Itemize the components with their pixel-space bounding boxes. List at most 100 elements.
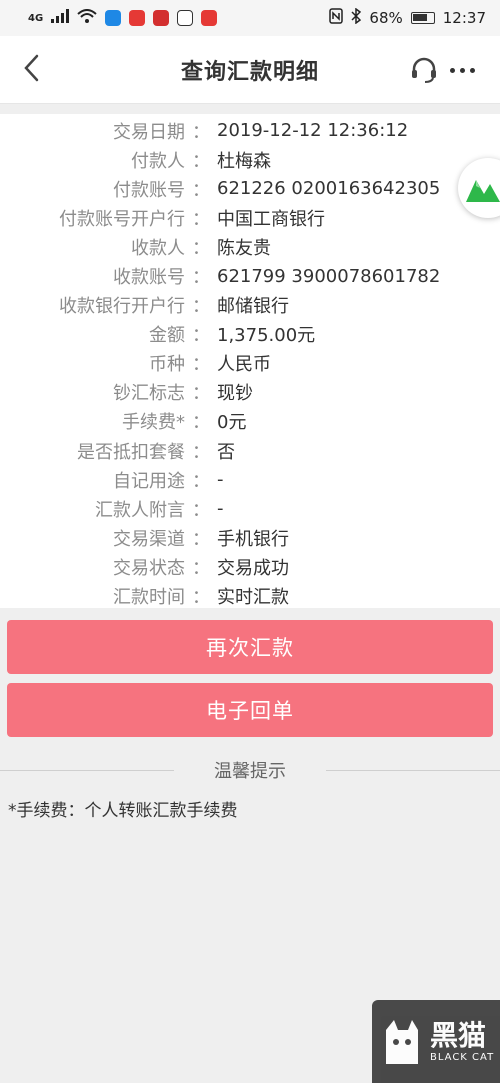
detail-row-amount: 金额 ： 1,375.00元 (0, 320, 500, 349)
detail-colon: ： (192, 267, 210, 289)
blue-app-icon (105, 10, 122, 26)
red-app-icon (129, 10, 146, 26)
status-left: 4G (28, 9, 218, 27)
detail-row-transaction-date: 交易日期 ： 2019-12-12 12:36:12 (0, 116, 500, 145)
back-button[interactable] (14, 52, 48, 88)
detail-row-transfer-time: 汇款时间 ： 实时汇款 (0, 582, 500, 611)
cat-logo-icon (380, 1016, 424, 1068)
detail-value: 实时汇款 (217, 587, 289, 609)
detail-colon: ： (192, 121, 210, 143)
nfc-icon (329, 8, 344, 28)
status-right: 68% 12:37 (329, 7, 486, 28)
battery-icon (410, 12, 435, 24)
detail-row-cash-flag: 钞汇标志 ： 现钞 (0, 378, 500, 407)
status-bar: 4G 68% 12:37 (0, 0, 500, 36)
detail-label: 交易渠道 (113, 528, 185, 550)
bilibili-icon (177, 10, 194, 26)
detail-label: 付款账号开户行 (59, 208, 185, 230)
detail-colon: ： (192, 383, 210, 405)
detail-label: 汇款时间 (113, 587, 185, 609)
detail-label: 自记用途 (113, 470, 185, 492)
detail-value: - (217, 498, 224, 520)
detail-colon: ： (192, 528, 210, 550)
detail-row-channel: 交易渠道 ： 手机银行 (0, 523, 500, 552)
detail-colon: ： (192, 412, 210, 434)
detail-label: 钞汇标志 (113, 383, 185, 405)
customer-service-button[interactable] (410, 56, 438, 84)
detail-row-payer-account: 付款账号 ： 621226 0200163642305 (0, 174, 500, 203)
detail-value: 2019-12-12 12:36:12 (217, 120, 409, 142)
detail-colon: ： (192, 296, 210, 318)
detail-row-package-deduction: 是否抵扣套餐 ： 否 (0, 436, 500, 465)
detail-colon: ： (192, 179, 210, 201)
detail-value: 邮储银行 (217, 296, 289, 318)
detail-value: 交易成功 (217, 557, 289, 579)
detail-row-fee: 手续费* ： 0元 (0, 407, 500, 436)
detail-label: 收款银行开户行 (59, 296, 185, 318)
detail-label: 交易状态 (113, 557, 185, 579)
detail-value: 手机银行 (217, 528, 289, 550)
detail-colon: ： (192, 208, 210, 230)
detail-colon: ： (192, 587, 210, 609)
detail-colon: ： (192, 441, 210, 463)
tips-title: 温馨提示 (214, 761, 286, 782)
watermark-text: 黑猫 BLACK CAT (430, 1019, 494, 1064)
more-dots-icon (460, 67, 465, 73)
detail-label: 是否抵扣套餐 (77, 441, 185, 463)
detail-colon: ： (192, 150, 210, 172)
detail-value: 0元 (217, 412, 247, 434)
detail-label: 收款账号 (113, 267, 185, 289)
detail-value: 621226 0200163642305 (217, 178, 441, 200)
detail-label: 手续费* (122, 412, 185, 434)
detail-colon: ： (192, 237, 210, 259)
signal-icon (51, 9, 70, 27)
retransfer-button[interactable]: 再次汇款 (7, 620, 493, 674)
detail-row-currency: 币种 ： 人民币 (0, 349, 500, 378)
detail-colon: ： (192, 354, 210, 376)
detail-label: 交易日期 (113, 121, 185, 143)
electronic-receipt-button[interactable]: 电子回单 (7, 683, 493, 737)
detail-label: 付款账号 (113, 179, 185, 201)
detail-value: - (217, 469, 224, 491)
detail-row-payee-bank: 收款银行开户行 ： 邮储银行 (0, 291, 500, 320)
red-app-icon (201, 10, 218, 26)
detail-colon: ： (192, 499, 210, 521)
watermark-cn: 黑猫 (430, 1019, 487, 1052)
detail-colon: ： (192, 470, 210, 492)
more-options-button[interactable] (450, 60, 480, 80)
detail-colon: ： (192, 325, 210, 347)
detail-value: 中国工商银行 (217, 208, 325, 230)
wifi-icon (77, 9, 97, 27)
divider-line (326, 769, 500, 771)
detail-row-status: 交易状态 ： 交易成功 (0, 552, 500, 581)
detail-value: 621799 3900078601782 (217, 265, 441, 287)
detail-row-payee: 收款人 ： 陈友贵 (0, 232, 500, 261)
detail-row-payee-account: 收款账号 ： 621799 3900078601782 (0, 261, 500, 290)
battery-percent: 68% (369, 9, 403, 27)
detail-row-payer: 付款人 ： 杜梅森 (0, 145, 500, 174)
tips-divider: 温馨提示 (0, 756, 500, 784)
chevron-left-icon (23, 54, 39, 86)
divider-line (0, 769, 174, 771)
page-title: 查询汇款明细 (180, 59, 319, 85)
detail-value: 杜梅森 (217, 150, 271, 172)
more-dots-icon (470, 67, 475, 73)
detail-value: 现钞 (217, 383, 253, 405)
nav-bar: 查询汇款明细 (0, 36, 500, 104)
detail-row-purpose: 自记用途 ： - (0, 465, 500, 494)
detail-value: 1,375.00元 (217, 325, 316, 347)
detail-row-remark: 汇款人附言 ： - (0, 494, 500, 523)
detail-row-payer-bank: 付款账号开户行 ： 中国工商银行 (0, 203, 500, 232)
clock: 12:37 (442, 9, 486, 27)
tips-text: *手续费：个人转账汇款手续费 (8, 801, 238, 821)
headset-icon (410, 57, 438, 88)
network-indicator: 4G (28, 12, 44, 24)
more-dots-icon (450, 67, 455, 73)
detail-label: 付款人 (131, 150, 185, 172)
detail-label: 汇款人附言 (95, 499, 185, 521)
detail-label: 币种 (149, 354, 185, 376)
detail-value: 人民币 (217, 354, 271, 376)
red-app-icon (153, 10, 170, 26)
detail-value: 否 (217, 441, 235, 463)
transfer-detail-panel: 交易日期 ： 2019-12-12 12:36:12 付款人 ： 杜梅森 付款账… (0, 114, 500, 608)
